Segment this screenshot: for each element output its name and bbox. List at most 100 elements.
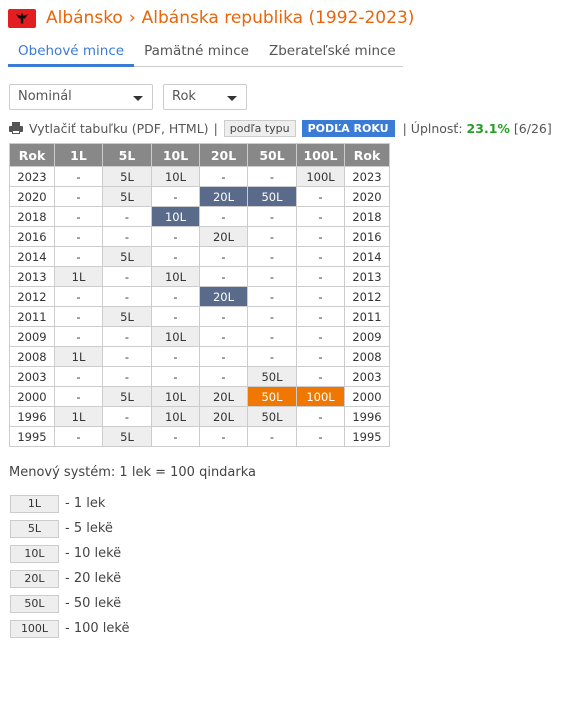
coin-cell[interactable]: 10L	[151, 166, 200, 187]
table-header-row: Rok 1L 5L 10L 20L 50L 100L Rok	[9, 143, 390, 167]
coin-cell[interactable]: 50L	[247, 386, 297, 407]
denomination-chip[interactable]: 5L	[10, 519, 59, 538]
coin-cell: -	[247, 326, 297, 347]
coin-cell: -	[151, 426, 200, 447]
coin-cell: -	[296, 426, 345, 447]
coin-cell[interactable]: 1L	[54, 266, 103, 287]
coin-cell: -	[54, 386, 103, 407]
albania-flag-icon	[8, 8, 36, 28]
legend-item: 10L - 10 lekë	[10, 541, 129, 566]
tab-circulation-coins[interactable]: Obehové mince	[8, 40, 135, 67]
row-year-right: 2014	[344, 246, 390, 267]
breadcrumb-subtitle: Albánska republika (1992-2023)	[141, 8, 415, 28]
table-row: 2000-5L 10L 20L 50L 100L 2000	[9, 386, 390, 407]
denomination-chip[interactable]: 1L	[10, 494, 59, 513]
row-year-right: 2016	[344, 226, 390, 247]
coin-cell[interactable]: 20L	[199, 286, 248, 307]
coin-cell[interactable]: 20L	[199, 406, 248, 427]
coin-cell[interactable]: 1L	[54, 406, 103, 427]
coin-cell: -	[151, 346, 200, 367]
denomination-legend: 1L - 1 lek 5L - 5 lekë 10L - 10 lekë 20L - 20 l…	[10, 491, 129, 641]
column-header-5l: 5L	[102, 143, 152, 167]
sort-by-type-button[interactable]: podľa typu	[223, 119, 296, 137]
coin-cell: -	[296, 306, 345, 327]
coin-cell: -	[247, 266, 297, 287]
coin-cell[interactable]: 20L	[199, 186, 248, 207]
legend-item: 20L - 20 lekë	[10, 566, 129, 591]
coin-cell: -	[54, 166, 103, 187]
coin-cell: -	[247, 206, 297, 227]
year-select[interactable]: Rok	[163, 84, 247, 110]
coin-cell: -	[102, 206, 152, 227]
row-year-right: 1996	[344, 406, 390, 427]
nominal-select[interactable]: Nominál	[9, 84, 153, 110]
table-row: 2009- -10L - - -2009	[9, 326, 390, 347]
breadcrumb-country[interactable]: Albánsko	[46, 8, 123, 28]
coin-cell[interactable]: 10L	[151, 266, 200, 287]
coin-cell[interactable]: 50L	[247, 366, 297, 387]
denomination-chip[interactable]: 50L	[10, 594, 59, 613]
coin-cell: -	[199, 346, 248, 367]
coin-cell: -	[102, 346, 152, 367]
coin-cell: -	[199, 206, 248, 227]
page-title: Albánsko › Albánska republika (1992-2023)	[46, 8, 414, 28]
coin-cell[interactable]: 50L	[247, 186, 297, 207]
row-year: 2016	[9, 226, 55, 247]
table-row: 2011-5L - - - -2011	[9, 306, 390, 327]
coin-cell[interactable]: 5L	[102, 306, 152, 327]
tab-commemorative-coins[interactable]: Pamätné mince	[134, 40, 259, 67]
row-year: 2011	[9, 306, 55, 327]
coin-cell: -	[247, 346, 297, 367]
page-header: Albánsko › Albánska republika (1992-2023)	[8, 6, 414, 30]
coin-cell: -	[296, 246, 345, 267]
denomination-chip[interactable]: 20L	[10, 569, 59, 588]
coin-cell[interactable]: 5L	[102, 246, 152, 267]
coin-cell[interactable]: 20L	[199, 386, 248, 407]
sort-by-year-button[interactable]: PODĽA ROKU	[301, 119, 395, 137]
completeness-count: [6/26]	[513, 120, 552, 136]
column-header-1l: 1L	[54, 143, 103, 167]
coin-cell: -	[54, 226, 103, 247]
coin-cell[interactable]: 50L	[247, 406, 297, 427]
coin-cell: -	[151, 246, 200, 267]
coin-cell[interactable]: 5L	[102, 386, 152, 407]
coin-cell[interactable]: 10L	[151, 406, 200, 427]
coin-cell[interactable]: 100L	[296, 166, 345, 187]
row-year: 1995	[9, 426, 55, 447]
coin-cell[interactable]: 10L	[151, 326, 200, 347]
coin-cell[interactable]: 5L	[102, 426, 152, 447]
legend-item: 1L - 1 lek	[10, 491, 129, 516]
coin-cell[interactable]: 5L	[102, 186, 152, 207]
denomination-chip[interactable]: 100L	[10, 619, 59, 638]
coin-cell[interactable]: 10L	[151, 386, 200, 407]
coin-cell[interactable]: 20L	[199, 226, 248, 247]
coin-cell: -	[199, 166, 248, 187]
coin-table-body: 2023-5L 10L - -100L 2023 2020-5L -20L 50L -2020 2…	[9, 166, 390, 447]
print-table-link[interactable]: Vytlačiť tabuľku (PDF, HTML)	[29, 121, 209, 136]
row-year: 2012	[9, 286, 55, 307]
coin-cell[interactable]: 1L	[54, 346, 103, 367]
coin-cell: -	[54, 286, 103, 307]
coin-cell: -	[151, 186, 200, 207]
printer-icon[interactable]	[9, 122, 23, 134]
row-year: 2014	[9, 246, 55, 267]
coin-cell: -	[199, 426, 248, 447]
caret-down-icon	[133, 96, 143, 101]
coin-cell: -	[54, 246, 103, 267]
table-row: 2018- -10L - - -2018	[9, 206, 390, 227]
caret-down-icon	[227, 96, 237, 101]
coin-cell: -	[54, 306, 103, 327]
coin-cell[interactable]: 5L	[102, 166, 152, 187]
coin-cell[interactable]: 10L	[151, 206, 200, 227]
completeness-percent: 23.1%	[466, 120, 510, 136]
row-year: 2013	[9, 266, 55, 287]
row-year-right: 2009	[344, 326, 390, 347]
column-header-100l: 100L	[296, 143, 345, 167]
coin-cell: -	[151, 366, 200, 387]
denomination-chip[interactable]: 10L	[10, 544, 59, 563]
denomination-text: - 1 lek	[65, 496, 106, 511]
tab-collector-coins[interactable]: Zberateľské mince	[259, 40, 406, 67]
coin-cell[interactable]: 100L	[296, 386, 345, 407]
coin-cell: -	[54, 326, 103, 347]
coin-cell: -	[296, 326, 345, 347]
